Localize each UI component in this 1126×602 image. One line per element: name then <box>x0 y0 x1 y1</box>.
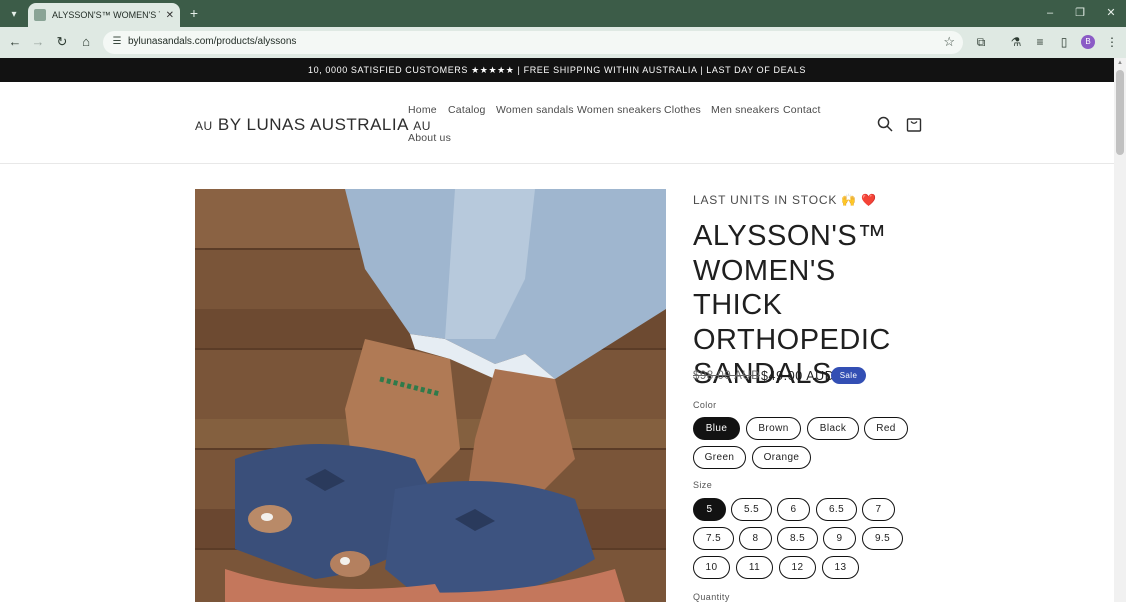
more-menu-icon[interactable]: ⋮ <box>1104 34 1120 50</box>
browser-tab-active[interactable]: ALYSSON'S™ WOMEN'S THICK ✕ <box>28 3 180 27</box>
size-option[interactable]: 6.5 <box>816 498 857 521</box>
flask-icon[interactable]: ⚗ <box>1008 34 1024 50</box>
restore-icon[interactable]: ❐ <box>1072 5 1088 21</box>
size-option[interactable]: 9 <box>823 527 856 550</box>
scroll-up-icon[interactable]: ▲ <box>1116 60 1124 68</box>
size-option[interactable]: 5.5 <box>731 498 772 521</box>
nav-men-sneakers[interactable]: Men sneakers <box>711 104 779 116</box>
logo-prefix: AU <box>195 119 213 133</box>
browser-tabstrip: ▾ ALYSSON'S™ WOMEN'S THICK ✕ + – ❐ ✕ <box>0 0 1126 27</box>
size-option[interactable]: 7 <box>862 498 895 521</box>
chevron-down-icon[interactable]: ▾ <box>5 5 23 23</box>
star-icon[interactable]: ☆ <box>943 34 955 50</box>
size-option[interactable]: 13 <box>822 556 859 579</box>
store-logo[interactable]: AU BY LUNAS AUSTRALIA AU <box>195 115 431 135</box>
home-icon[interactable]: ⌂ <box>78 34 94 50</box>
url-text[interactable]: bylunasandals.com/products/alyssons <box>128 36 296 47</box>
size-option[interactable]: 8.5 <box>777 527 818 550</box>
color-option-blue[interactable]: Blue <box>693 417 740 440</box>
color-option-orange[interactable]: Orange <box>752 446 811 469</box>
reload-icon[interactable]: ↻ <box>54 34 70 50</box>
size-option[interactable]: 5 <box>693 498 726 521</box>
close-window-icon[interactable]: ✕ <box>1103 5 1119 21</box>
new-tab-button[interactable]: + <box>186 5 202 21</box>
store-header: AU BY LUNAS AUSTRALIA AU Home Catalog Wo… <box>0 82 1114 164</box>
stock-note: LAST UNITS IN STOCK 🙌 ❤️ <box>693 193 877 207</box>
avatar[interactable]: B <box>1081 35 1095 49</box>
size-option[interactable]: 8 <box>739 527 772 550</box>
arrow-left-icon[interactable]: ← <box>7 34 23 50</box>
size-option[interactable]: 11 <box>736 556 773 579</box>
product-photo-sandals <box>195 189 666 602</box>
nav-about-us[interactable]: About us <box>408 132 451 144</box>
product-title: ALYSSON'S™ WOMEN'S THICK ORTHOPEDIC SAND… <box>693 220 891 390</box>
size-label: Size <box>693 480 713 490</box>
size-option[interactable]: 6 <box>777 498 810 521</box>
size-option[interactable]: 10 <box>693 556 730 579</box>
nav-clothes[interactable]: Clothes <box>664 104 701 116</box>
color-label: Color <box>693 400 717 410</box>
scrollbar-thumb[interactable] <box>1116 70 1124 155</box>
media-icon[interactable]: ≡ <box>1032 34 1048 50</box>
quantity-label: Quantity <box>693 592 730 602</box>
sale-badge: Sale <box>831 367 866 384</box>
nav-contact[interactable]: Contact <box>783 104 821 116</box>
color-option-black[interactable]: Black <box>807 417 859 440</box>
price-regular: $98.00 AUD <box>693 370 761 382</box>
logo-suffix: AU <box>413 119 431 133</box>
sidepanel-icon[interactable]: ▯ <box>1056 34 1072 50</box>
minimize-icon[interactable]: – <box>1042 5 1058 21</box>
tab-title: ALYSSON'S™ WOMEN'S THICK <box>52 10 160 20</box>
browser-toolbar: ← → ↻ ⌂ ☰ bylunasandals.com/products/aly… <box>0 27 1126 58</box>
nav-home[interactable]: Home <box>408 104 437 116</box>
puzzle-icon[interactable]: ⧉ <box>973 34 989 50</box>
logo-main: BY LUNAS AUSTRALIA <box>217 115 409 134</box>
address-bar[interactable]: ☰ bylunasandals.com/products/alyssons ☆ <box>103 31 963 54</box>
tune-icon[interactable]: ☰ <box>110 35 124 49</box>
size-option[interactable]: 7.5 <box>693 527 734 550</box>
close-icon[interactable]: ✕ <box>166 10 174 21</box>
color-option-brown[interactable]: Brown <box>746 417 801 440</box>
price-sale: $49.00 AUD <box>761 369 835 383</box>
search-icon[interactable] <box>876 115 894 133</box>
size-option[interactable]: 9.5 <box>862 527 903 550</box>
nav-catalog[interactable]: Catalog <box>448 104 486 116</box>
size-option[interactable]: 12 <box>779 556 816 579</box>
favicon-icon <box>34 9 46 21</box>
announcement-bar: 10, 0000 SATISFIED CUSTOMERS ★★★★★ | FRE… <box>0 58 1114 82</box>
nav-women-sneakers[interactable]: Women sneakers <box>577 104 661 116</box>
color-option-red[interactable]: Red <box>864 417 908 440</box>
cart-icon[interactable] <box>905 115 923 133</box>
nav-women-sandals[interactable]: Women sandals <box>496 104 574 116</box>
color-option-green[interactable]: Green <box>693 446 746 469</box>
product-image[interactable] <box>195 189 666 602</box>
arrow-right-icon[interactable]: → <box>30 34 46 50</box>
